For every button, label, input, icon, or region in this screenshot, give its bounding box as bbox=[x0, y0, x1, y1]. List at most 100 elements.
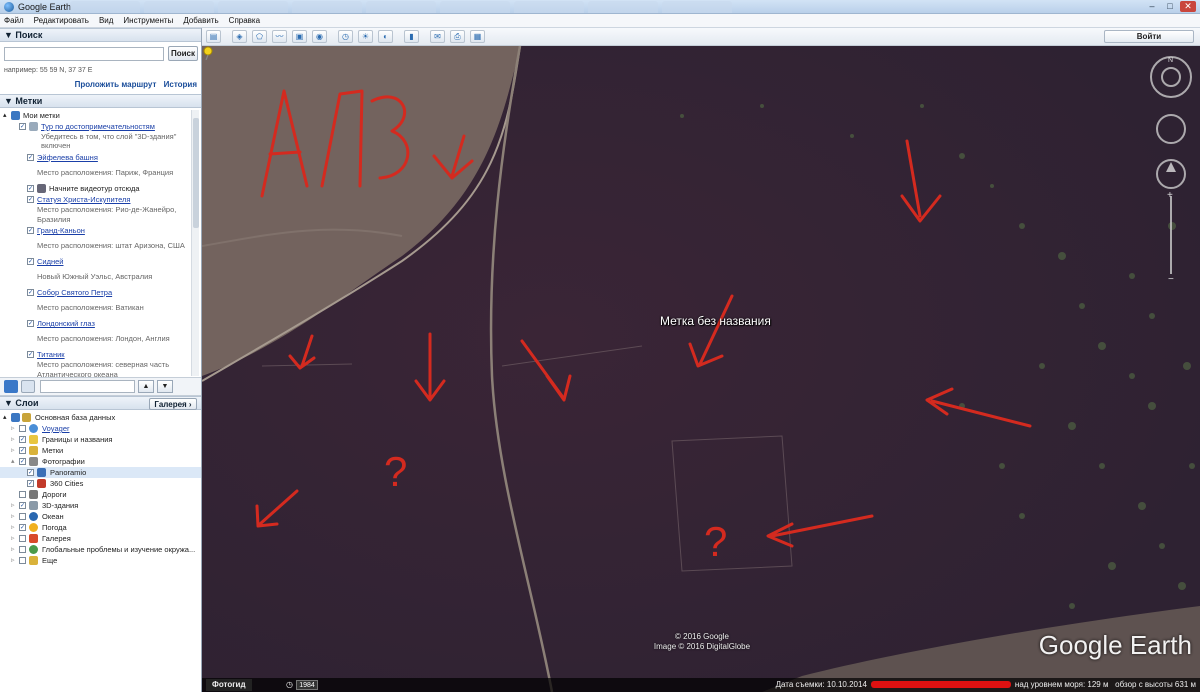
layer-panoramio[interactable]: ✓ Panoramio bbox=[0, 467, 201, 478]
north-icon[interactable]: N bbox=[1168, 57, 1173, 64]
zoom-in-icon[interactable]: + bbox=[1167, 190, 1173, 201]
places-filter-input[interactable] bbox=[40, 380, 135, 393]
checkbox[interactable]: ✓ bbox=[19, 502, 26, 509]
layer-roads[interactable]: Дороги bbox=[0, 489, 201, 500]
checkbox[interactable]: ✓ bbox=[27, 469, 34, 476]
layer-more[interactable]: ▹ Еще bbox=[0, 555, 201, 566]
checkbox[interactable]: ✓ bbox=[27, 480, 34, 487]
tree-link[interactable]: Собор Святого Петра bbox=[37, 287, 112, 298]
record-tour-icon[interactable]: ◉ bbox=[312, 30, 327, 43]
places-scrollbar[interactable] bbox=[191, 110, 199, 376]
panel-toggle-icon[interactable] bbox=[21, 380, 35, 393]
checkbox[interactable] bbox=[19, 557, 26, 564]
ruler-icon[interactable]: ▮ bbox=[404, 30, 419, 43]
layer-ocean[interactable]: ▹ Океан bbox=[0, 511, 201, 522]
layer-360-cities[interactable]: ✓ 360 Cities bbox=[0, 478, 201, 489]
placemark-label[interactable]: Метка без названия bbox=[660, 314, 771, 328]
menu-help[interactable]: Справка bbox=[229, 16, 260, 25]
pegman-icon[interactable] bbox=[1166, 162, 1176, 172]
menu-tools[interactable]: Инструменты bbox=[123, 16, 173, 25]
tree-item-st-peter[interactable]: ✓ Собор Святого Петра bbox=[0, 287, 190, 298]
tree-link[interactable]: Гранд-Каньон bbox=[37, 225, 85, 236]
sunlight-icon[interactable]: ☀ bbox=[358, 30, 373, 43]
tree-link[interactable]: Лондонский глаз bbox=[37, 318, 95, 329]
zoom-out-icon[interactable]: − bbox=[1168, 274, 1174, 284]
menu-edit[interactable]: Редактировать bbox=[34, 16, 89, 25]
checkbox[interactable]: ✓ bbox=[27, 227, 34, 234]
tree-item-sydney[interactable]: ✓ Сидней bbox=[0, 256, 190, 267]
add-polygon-icon[interactable]: ⬠ bbox=[252, 30, 267, 43]
menu-add[interactable]: Добавить bbox=[183, 16, 218, 25]
menu-file[interactable]: Файл bbox=[4, 16, 24, 25]
checkbox[interactable]: ✓ bbox=[27, 154, 34, 161]
arrow-down-icon[interactable]: ▼ bbox=[157, 380, 173, 393]
sign-in-button[interactable]: Войти bbox=[1104, 30, 1194, 43]
tree-item-titanic[interactable]: ✓ Титаник bbox=[0, 349, 190, 360]
tree-link[interactable]: Тур по достопримечательностям bbox=[41, 121, 155, 132]
layer-photos[interactable]: ▴ ✓ Фотографии bbox=[0, 456, 201, 467]
layer-3d-buildings[interactable]: ▹ ✓ 3D-здания bbox=[0, 500, 201, 511]
layer-global-awareness[interactable]: ▹ Глобальные проблемы и изучение окружа..… bbox=[0, 544, 201, 555]
tree-item-video-tour[interactable]: ✓ Начните видеотур отсюда bbox=[0, 183, 190, 194]
email-icon[interactable]: ✉ bbox=[430, 30, 445, 43]
tree-item-eiffel[interactable]: ✓ Эйфелева башня bbox=[0, 152, 190, 163]
arrow-up-icon[interactable]: ▲ bbox=[138, 380, 154, 393]
historical-imagery-icon[interactable]: ◷ bbox=[338, 30, 353, 43]
tree-item-my-places[interactable]: ▴ Мои метки bbox=[0, 110, 190, 121]
tree-link[interactable]: Сидней bbox=[37, 256, 63, 267]
checkbox[interactable]: ✓ bbox=[27, 351, 34, 358]
maximize-icon[interactable]: □ bbox=[1162, 1, 1178, 12]
checkbox[interactable] bbox=[19, 425, 26, 432]
checkbox[interactable]: ✓ bbox=[19, 524, 26, 531]
places-panel-header[interactable]: ▼ Метки bbox=[0, 94, 201, 108]
checkbox[interactable]: ✓ bbox=[19, 458, 26, 465]
tree-item-tour[interactable]: ✓ Тур по достопримечательностям bbox=[0, 121, 190, 132]
add-placemark-icon[interactable]: ◈ bbox=[232, 30, 247, 43]
layer-places[interactable]: ▹ ✓ Метки bbox=[0, 445, 201, 456]
historical-clock-icon[interactable]: ◷ bbox=[286, 678, 293, 692]
imagery-year[interactable]: 1984 bbox=[296, 680, 318, 690]
search-input[interactable] bbox=[4, 47, 164, 61]
checkbox[interactable]: ✓ bbox=[27, 196, 34, 203]
add-path-icon[interactable]: 〰 bbox=[272, 30, 287, 43]
layer-primary-db[interactable]: ▴ Основная база данных bbox=[0, 412, 201, 423]
route-link[interactable]: Проложить маршрут bbox=[75, 80, 157, 89]
close-icon[interactable]: ✕ bbox=[1180, 1, 1196, 12]
tree-item-london-eye[interactable]: ✓ Лондонский глаз bbox=[0, 318, 190, 329]
checkbox[interactable]: ✓ bbox=[27, 258, 34, 265]
layer-link[interactable]: Voyager bbox=[42, 423, 70, 434]
maps-icon[interactable]: ▦ bbox=[470, 30, 485, 43]
look-control[interactable] bbox=[1156, 114, 1186, 144]
scroll-thumb[interactable] bbox=[193, 118, 199, 228]
layer-gallery[interactable]: ▹ Галерея bbox=[0, 533, 201, 544]
gallery-button[interactable]: Галерея › bbox=[149, 398, 197, 410]
checkbox[interactable] bbox=[19, 535, 26, 542]
checkbox[interactable]: ✓ bbox=[27, 289, 34, 296]
checkbox[interactable] bbox=[19, 513, 26, 520]
search-button[interactable]: Поиск bbox=[168, 46, 198, 61]
search-places-icon[interactable] bbox=[4, 380, 18, 393]
checkbox[interactable]: ✓ bbox=[19, 123, 26, 130]
layer-weather[interactable]: ▹ ✓ Погода bbox=[0, 522, 201, 533]
sidebar-toggle-icon[interactable]: ▤ bbox=[206, 30, 221, 43]
planets-icon[interactable]: ◐ bbox=[378, 30, 393, 43]
layer-voyager[interactable]: ▹ Voyager bbox=[0, 423, 201, 434]
tree-link[interactable]: Статуя Христа-Искупителя bbox=[37, 194, 130, 205]
pushpin-icon[interactable] bbox=[202, 46, 214, 60]
map-view[interactable]: ? ? Метка без названия N + − © 2016 Goog… bbox=[202, 46, 1200, 692]
checkbox[interactable] bbox=[19, 491, 26, 498]
minimize-icon[interactable]: – bbox=[1144, 1, 1160, 12]
checkbox[interactable]: ✓ bbox=[19, 436, 26, 443]
layer-borders[interactable]: ▹ ✓ Границы и названия bbox=[0, 434, 201, 445]
menu-view[interactable]: Вид bbox=[99, 16, 113, 25]
tree-item-grand-canyon[interactable]: ✓ Гранд-Каньон bbox=[0, 225, 190, 236]
history-link[interactable]: История bbox=[164, 80, 197, 89]
checkbox[interactable]: ✓ bbox=[27, 320, 34, 327]
tree-link[interactable]: Титаник bbox=[37, 349, 65, 360]
layers-panel-header[interactable]: ▼ Слои Галерея › bbox=[0, 396, 201, 410]
image-overlay-icon[interactable]: ▣ bbox=[292, 30, 307, 43]
tree-link[interactable]: Эйфелева башня bbox=[37, 152, 98, 163]
checkbox[interactable]: ✓ bbox=[19, 447, 26, 454]
checkbox[interactable]: ✓ bbox=[27, 185, 34, 192]
checkbox[interactable] bbox=[19, 546, 26, 553]
